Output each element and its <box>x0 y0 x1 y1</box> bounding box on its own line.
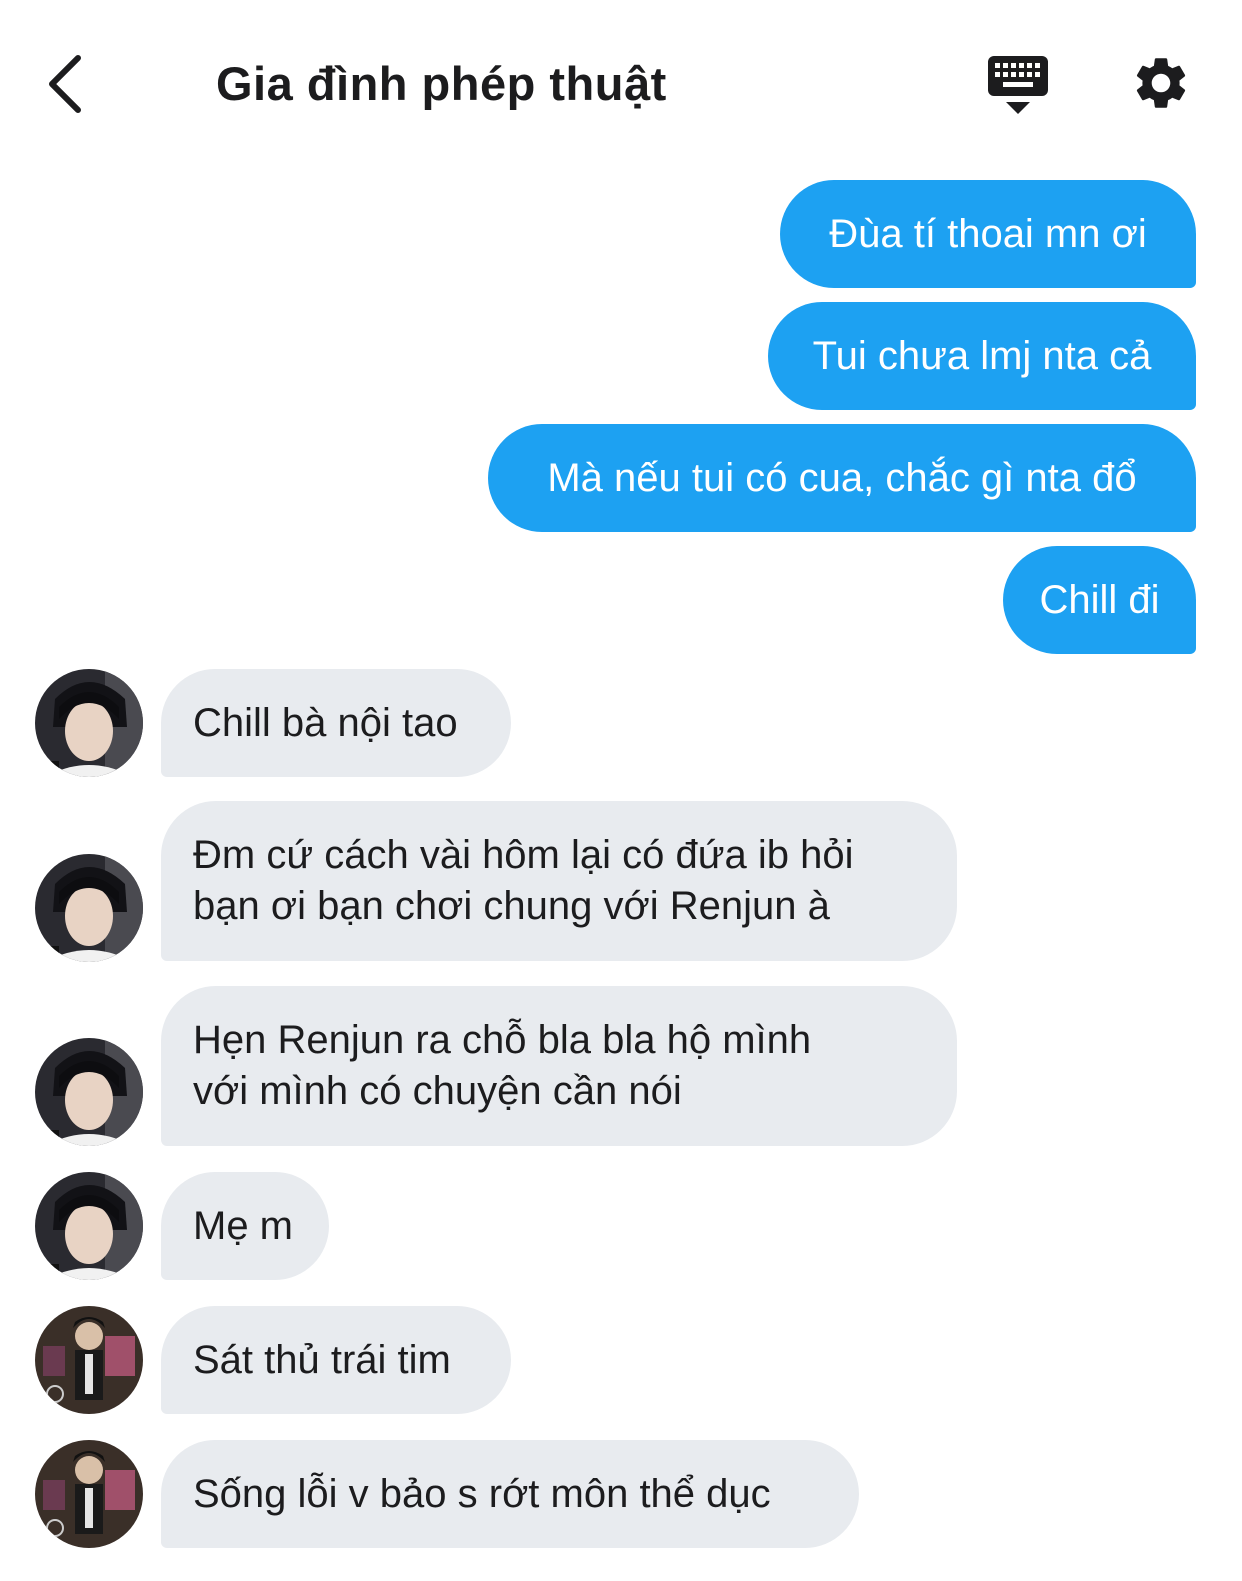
chat-header: Gia đình phép thuật <box>0 0 1242 168</box>
message-bubble-incoming[interactable]: Sống lỗi v bảo s rớt môn thể dục <box>161 1440 859 1548</box>
avatar-user-a[interactable] <box>35 669 143 777</box>
message-bubble-incoming[interactable]: Hẹn Renjun ra chỗ bla bla hộ mình với mì… <box>161 986 957 1146</box>
avatar-user-a[interactable] <box>35 1172 143 1280</box>
message-bubble-outgoing[interactable]: Tui chưa lmj nta cả <box>768 302 1196 410</box>
avatar-user-a[interactable] <box>35 1038 143 1146</box>
avatar-user-b[interactable] <box>35 1440 143 1548</box>
chevron-left-icon <box>49 55 81 113</box>
back-button[interactable] <box>40 50 100 120</box>
message-bubble-outgoing[interactable]: Đùa tí thoai mn ơi <box>780 180 1196 288</box>
keyboard-icon <box>988 56 1048 114</box>
message-bubble-incoming[interactable]: Chill bà nội tao <box>161 669 511 777</box>
message-bubble-outgoing[interactable]: Chill đi <box>1003 546 1196 654</box>
keyboard-toggle-button[interactable] <box>986 52 1052 118</box>
message-bubble-incoming[interactable]: Sát thủ trái tim <box>161 1306 511 1414</box>
avatar-user-a[interactable] <box>35 854 143 962</box>
settings-button[interactable] <box>1130 52 1192 114</box>
avatar-user-b[interactable] <box>35 1306 143 1414</box>
message-bubble-incoming[interactable]: Mẹ m <box>161 1172 329 1280</box>
message-bubble-incoming[interactable]: Đm cứ cách vài hôm lại có đứa ib hỏi bạn… <box>161 801 957 961</box>
message-bubble-outgoing[interactable]: Mà nếu tui có cua, chắc gì nta đổ <box>488 424 1196 532</box>
gear-icon <box>1136 58 1186 108</box>
conversation-title: Gia đình phép thuật <box>216 57 667 110</box>
